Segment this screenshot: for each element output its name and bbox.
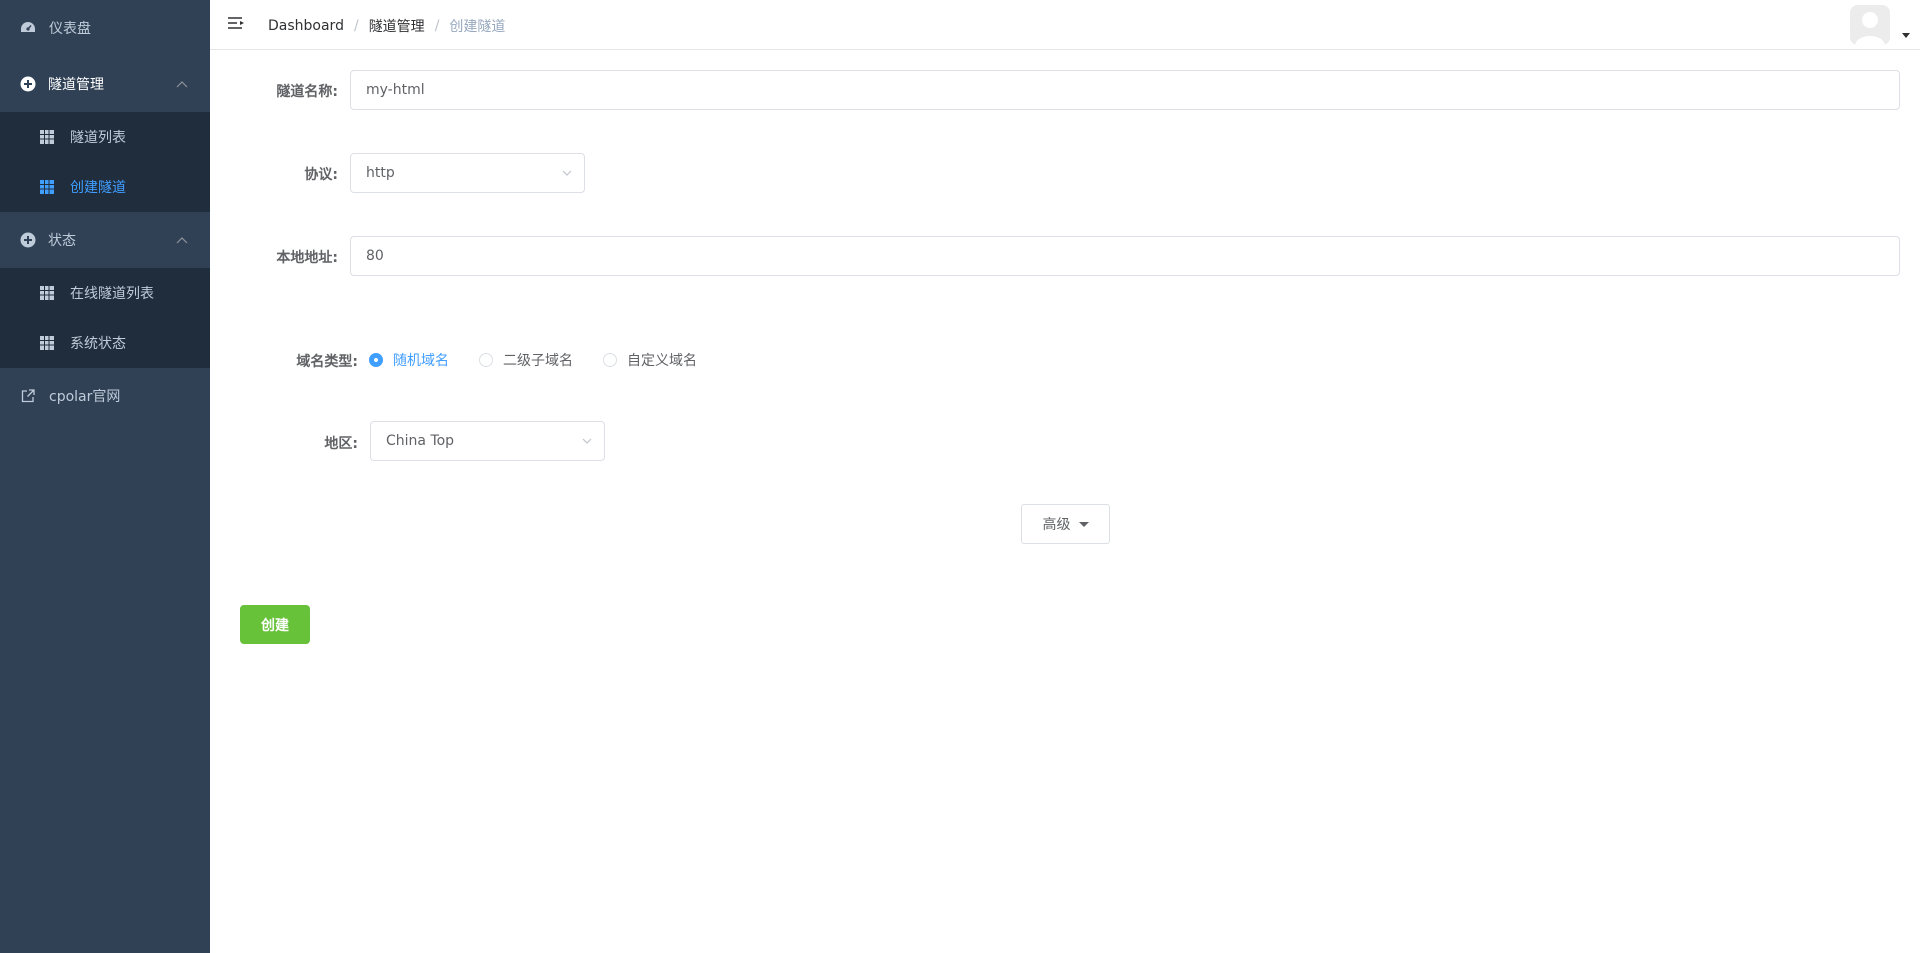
radio-label: 随机域名 — [393, 353, 449, 369]
sidebar-item-online-tunnels[interactable]: 在线隧道列表 — [0, 268, 210, 318]
sidebar-item-label: 创建隧道 — [70, 180, 126, 196]
radio-custom-domain[interactable]: 自定义域名 — [603, 350, 697, 370]
plus-circle-icon — [20, 232, 36, 248]
caret-down-icon[interactable] — [1902, 33, 1910, 38]
sidebar-item-label: cpolar官网 — [49, 389, 121, 405]
table-icon — [40, 130, 54, 144]
sidebar-item-tunnel-management[interactable]: 隧道管理 — [0, 56, 210, 112]
radio-label: 二级子域名 — [503, 353, 573, 369]
table-icon — [40, 336, 54, 350]
protocol-select[interactable]: http — [350, 153, 585, 193]
sidebar-item-system-status[interactable]: 系统状态 — [0, 318, 210, 368]
radio-dot — [479, 353, 493, 367]
breadcrumb-dashboard[interactable]: Dashboard — [268, 18, 344, 34]
sidebar-item-tunnel-list[interactable]: 隧道列表 — [0, 112, 210, 162]
sidebar-item-label: 隧道管理 — [48, 77, 104, 93]
hamburger-icon[interactable] — [227, 15, 245, 33]
tunnel-name-label: 隧道名称: — [276, 84, 338, 100]
table-icon — [40, 180, 54, 194]
local-address-label: 本地地址: — [276, 250, 338, 266]
breadcrumb-separator: / — [434, 18, 440, 34]
domain-type-label: 域名类型: — [296, 354, 358, 370]
protocol-label: 协议: — [304, 167, 338, 183]
sidebar-item-official-site[interactable]: cpolar官网 — [0, 368, 210, 424]
chevron-up-icon — [176, 237, 188, 244]
sidebar-item-status[interactable]: 状态 — [0, 212, 210, 268]
region-select-value: China Top — [386, 433, 455, 449]
submenu-status: 在线隧道列表 系统状态 — [0, 268, 210, 368]
navbar: Dashboard / 隧道管理 / 创建隧道 — [210, 0, 1920, 50]
dashboard-icon — [20, 20, 36, 36]
sidebar: 仪表盘 隧道管理 隧道列表 创建隧道 状态 在线隧道列表 系统状态 cpolar… — [0, 0, 210, 953]
chevron-up-icon — [176, 81, 188, 88]
create-button[interactable]: 创建 — [240, 605, 310, 644]
radio-subdomain[interactable]: 二级子域名 — [479, 350, 573, 370]
breadcrumb: Dashboard / 隧道管理 / 创建隧道 — [268, 16, 505, 36]
avatar[interactable] — [1850, 5, 1890, 45]
chevron-down-icon — [582, 438, 592, 444]
radio-label: 自定义域名 — [627, 353, 697, 369]
submenu-tunnel-management: 隧道列表 创建隧道 — [0, 112, 210, 212]
radio-dot — [369, 353, 383, 367]
breadcrumb-separator: / — [353, 18, 359, 34]
breadcrumb-create-tunnel: 创建隧道 — [449, 19, 506, 35]
protocol-select-value: http — [366, 165, 395, 181]
external-link-icon — [20, 388, 36, 404]
caret-down-icon — [1078, 521, 1089, 527]
sidebar-item-label: 状态 — [48, 233, 76, 249]
user-avatar-icon — [1850, 5, 1890, 45]
region-label: 地区: — [324, 436, 358, 452]
tunnel-name-input[interactable]: my-html — [350, 70, 1900, 110]
sidebar-item-label: 在线隧道列表 — [70, 286, 154, 302]
plus-circle-icon — [20, 76, 36, 92]
local-address-input[interactable]: 80 — [350, 236, 1900, 276]
sidebar-item-label: 隧道列表 — [70, 130, 126, 146]
sidebar-item-label: 系统状态 — [70, 336, 126, 352]
chevron-down-icon — [562, 170, 572, 176]
advanced-dropdown-button[interactable]: 高级 — [1021, 504, 1110, 544]
sidebar-item-dashboard[interactable]: 仪表盘 — [0, 0, 210, 56]
sidebar-item-create-tunnel[interactable]: 创建隧道 — [0, 162, 210, 212]
sidebar-item-label: 仪表盘 — [49, 21, 91, 37]
breadcrumb-tunnel-management[interactable]: 隧道管理 — [369, 16, 425, 36]
advanced-label: 高级 — [1042, 517, 1071, 533]
radio-random-domain[interactable]: 随机域名 — [369, 350, 449, 370]
table-icon — [40, 286, 54, 300]
region-select[interactable]: China Top — [370, 421, 605, 461]
radio-dot — [603, 353, 617, 367]
